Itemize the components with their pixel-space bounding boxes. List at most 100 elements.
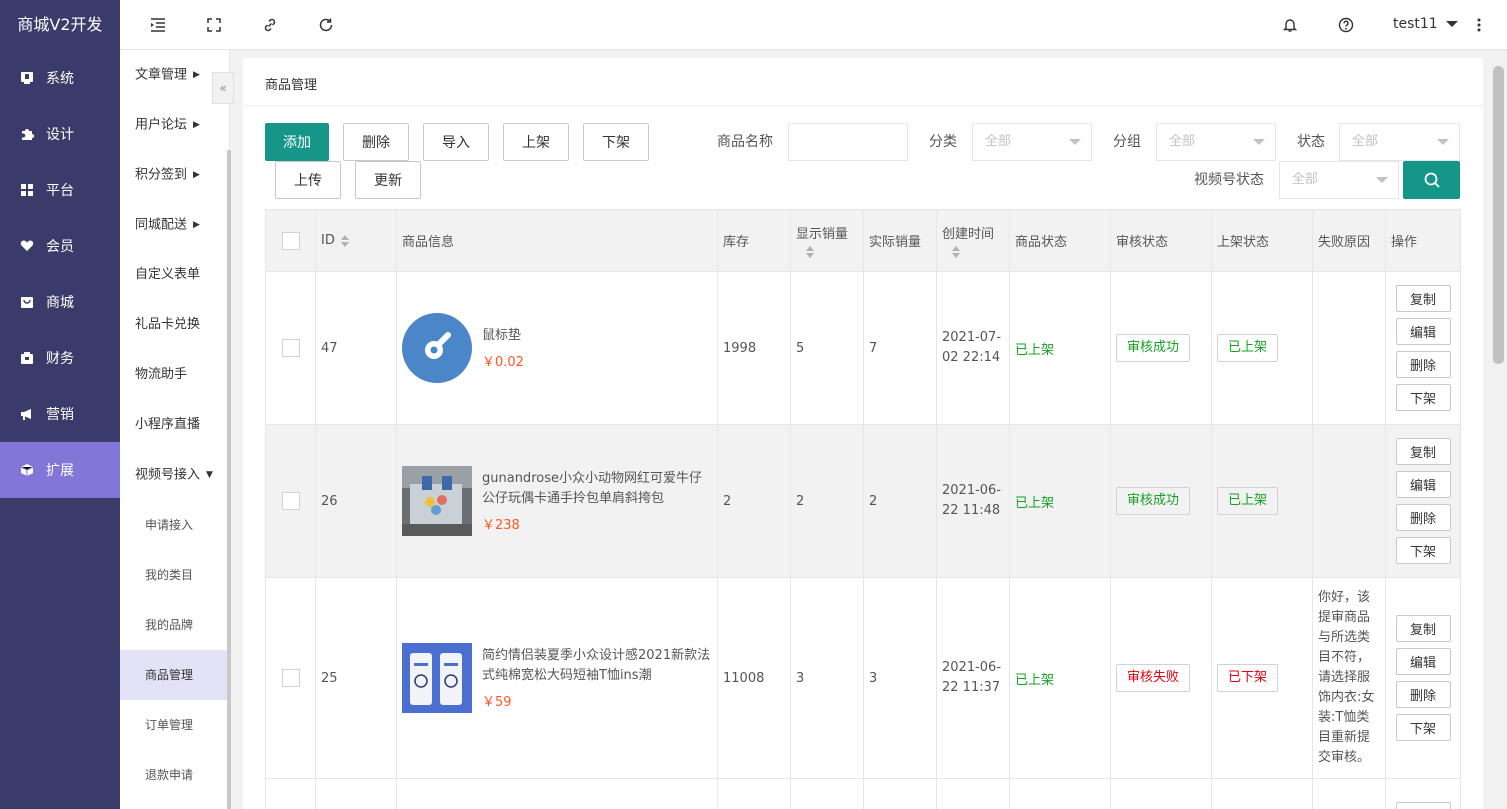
subnav-item-5[interactable]: 礼品卡兑换 [120,300,229,350]
goods-id: 47 [321,340,338,356]
upload-button[interactable]: 上传 [275,161,341,199]
subnav-item-14[interactable]: 退款申请 [120,750,229,800]
search-button[interactable] [1403,161,1460,199]
subnav-item-4[interactable]: 自定义表单 [120,250,229,300]
collapse-sidebar-button[interactable]: « [212,72,234,104]
row-checkbox[interactable] [282,339,300,357]
col-created-label: 创建时间 [942,227,995,242]
off-shelf-row-button[interactable]: 下架 [1395,537,1451,564]
subnav-item-2[interactable]: 积分签到 ▶ [120,150,229,200]
sort-icon[interactable] [952,246,960,258]
select-all-checkbox[interactable] [282,231,300,250]
subnav-item-1[interactable]: 用户论坛 ▶ [120,100,229,150]
nav-item-4[interactable]: 商城 [0,274,120,330]
subnav-item-label: 视频号接入 [135,467,201,483]
menu-fold-icon[interactable] [148,15,168,35]
row-checkbox[interactable] [282,492,300,510]
nav-item-0[interactable]: 系统 [0,50,120,106]
subnav-item-8[interactable]: 视频号接入 ▼ [120,450,229,500]
col-stock: 库存 [717,209,791,272]
delete-row-button[interactable]: 删除 [1395,351,1451,378]
delete-button[interactable]: 删除 [343,123,409,161]
subnav-item-label: 订单管理 [145,718,194,732]
add-button[interactable]: 添加 [265,123,329,161]
category-select[interactable]: 全部 [972,123,1092,161]
ops-cell: 复制 编辑 删除 下架 [1385,577,1461,779]
username: test11 [1393,16,1438,32]
video-status-select[interactable]: 全部 [1279,161,1399,199]
status-select[interactable]: 全部 [1339,123,1460,161]
nav-item-1[interactable]: 设计 [0,106,120,162]
row-checkbox[interactable] [282,669,300,687]
caret-down-icon [1437,139,1449,145]
page-scrollbar[interactable] [1490,50,1507,809]
subnav-item-7[interactable]: 小程序直播 [120,400,229,450]
fullscreen-icon[interactable] [204,15,224,35]
nav-item-3[interactable]: 会员 [0,218,120,274]
off-shelf-row-button[interactable]: 下架 [1395,714,1451,741]
caret-right-icon: ▶ [193,170,200,180]
col-created[interactable]: 创建时间 [936,209,1010,272]
help-icon[interactable] [1336,15,1356,35]
edit-button[interactable]: 编辑 [1395,648,1451,675]
goods-price: ￥59 [482,695,512,710]
nav-item-2[interactable]: 平台 [0,162,120,218]
table-row[interactable]: 26 gunandrose小众小动物网红可爱牛仔公仔玩偶卡通手拎包单肩斜挎包 ￥23… [265,424,1461,578]
subnav-item-3[interactable]: 同城配送 ▶ [120,200,229,250]
col-id[interactable]: ID [315,209,397,272]
subnav-item-9[interactable]: 申请接入 [120,500,229,550]
edit-button[interactable]: 编辑 [1395,318,1451,345]
subnav-item-13[interactable]: 订单管理 [120,700,229,750]
col-info: 商品信息 [396,209,718,272]
subnav-item-label: 用户论坛 [135,117,188,133]
more-vertical-icon[interactable] [1469,15,1489,35]
col-shown-sales[interactable]: 显示销量 [790,209,864,272]
copy-button[interactable]: 复制 [1395,615,1451,642]
sidebar-scrollbar[interactable] [227,150,231,809]
on-shelf-button[interactable]: 上架 [503,123,569,161]
refresh-icon[interactable] [316,15,336,35]
nav-item-7[interactable]: 扩展 [0,442,120,498]
edit-button[interactable]: 编辑 [1395,471,1451,498]
user-menu[interactable]: test11 [1393,16,1459,32]
page-title: 商品管理 [243,58,1483,106]
empty-cell [396,778,718,809]
subnav-item-6[interactable]: 物流助手 [120,350,229,400]
nav-item-6[interactable]: 营销 [0,386,120,442]
goods-name-input[interactable] [788,123,908,161]
off-shelf-button[interactable]: 下架 [583,123,649,161]
shelf-status-cell: 已上架 [1211,271,1313,425]
page-scrollbar-thumb[interactable] [1493,66,1504,364]
bell-icon[interactable] [1280,15,1300,35]
video-status-select-value: 全部 [1292,172,1319,187]
subnav-item-label: 物流助手 [135,367,188,382]
update-button[interactable]: 更新 [355,161,421,199]
subnav-item-10[interactable]: 我的类目 [120,550,229,600]
import-button[interactable]: 导入 [423,123,489,161]
empty-cell [265,778,316,809]
table-row[interactable]: 25 简约情侣装夏季小众设计感2021新款法式纯棉宽松大码短袖T恤ins潮 ￥59 1… [265,577,1461,779]
copy-button[interactable]: 复制 [1395,285,1451,312]
delete-row-button[interactable]: 删除 [1395,681,1451,708]
off-shelf-row-button[interactable]: 下架 [1395,384,1451,411]
subnav-item-12[interactable]: 商品管理 [120,650,229,700]
copy-button[interactable]: 复制 [1395,438,1451,465]
sort-icon[interactable] [806,246,814,258]
delete-row-button[interactable]: 删除 [1395,504,1451,531]
nav-item-label: 财务 [46,351,74,367]
nav-item-5[interactable]: 财务 [0,330,120,386]
subnav-item-label: 积分签到 [135,167,188,183]
shelf-status-cell: 已下架 [1211,577,1313,779]
table-row[interactable]: 47 鼠标垫 ￥0.02 1998 5 7 2021-07-02 22:14 已上架 审核成功已… [265,271,1461,425]
cube-icon [20,463,34,477]
goods-status-cell: 已上架 [1009,271,1111,425]
table-row[interactable]: 复制 [265,778,1461,809]
subnav-item-label: 退款申请 [145,768,194,782]
goods-stock: 1998 [723,340,757,356]
group-select[interactable]: 全部 [1156,123,1276,161]
sort-icon[interactable] [340,234,349,247]
copy-button[interactable]: 复制 [1395,802,1451,809]
subnav-item-11[interactable]: 我的品牌 [120,600,229,650]
goods-shown-sales: 5 [796,340,805,356]
link-icon[interactable] [260,15,280,35]
